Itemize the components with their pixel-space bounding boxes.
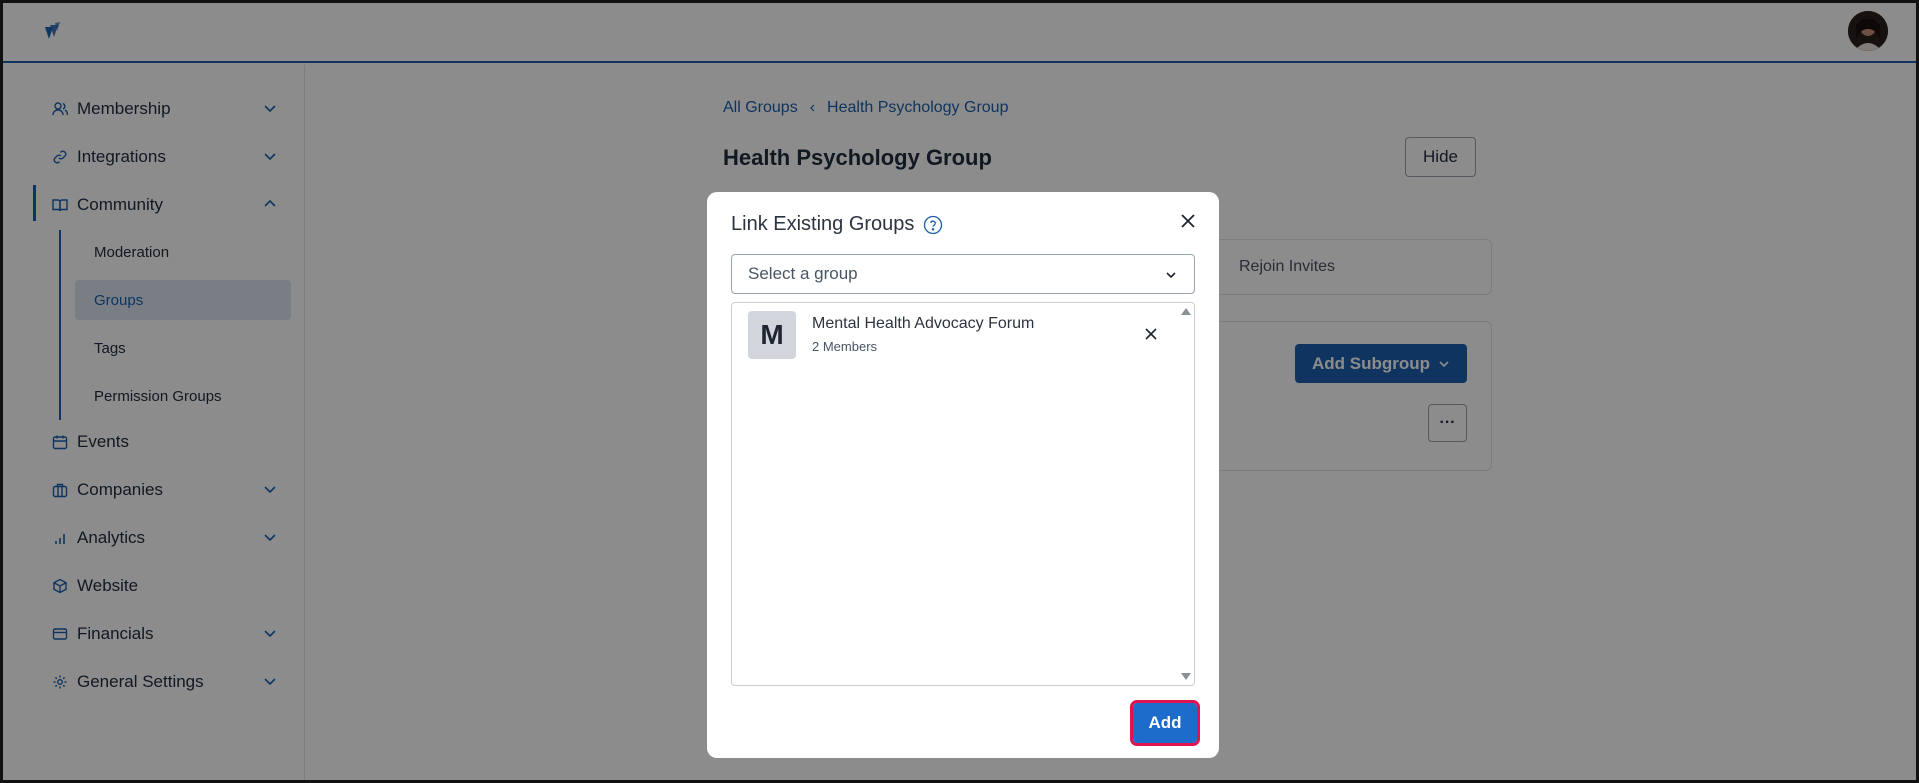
close-icon xyxy=(1181,214,1195,228)
add-button[interactable]: Add xyxy=(1130,700,1200,746)
list-item: M Mental Health Advocacy Forum 2 Members xyxy=(748,311,1168,361)
selected-groups-list[interactable]: M Mental Health Advocacy Forum 2 Members xyxy=(731,302,1195,686)
modal-title-text: Link Existing Groups xyxy=(731,213,915,235)
group-select-placeholder: Select a group xyxy=(748,264,858,283)
chevron-down-icon xyxy=(1166,272,1176,279)
group-avatar: M xyxy=(748,311,796,359)
group-name: Mental Health Advocacy Forum xyxy=(812,315,1035,332)
close-icon xyxy=(1145,328,1157,340)
close-button[interactable] xyxy=(1177,210,1199,232)
remove-group-button[interactable] xyxy=(1142,325,1160,343)
scroll-up-arrow-icon[interactable] xyxy=(1180,306,1192,316)
app-frame: Membership Integrations Community Modera… xyxy=(0,0,1919,783)
link-groups-modal: Link Existing Groups Select a group M Me… xyxy=(707,192,1219,758)
modal-title: Link Existing Groups xyxy=(731,213,943,236)
help-icon[interactable] xyxy=(923,215,943,235)
group-select[interactable]: Select a group xyxy=(731,254,1195,294)
group-members: 2 Members xyxy=(812,339,878,354)
scroll-down-arrow-icon[interactable] xyxy=(1180,672,1192,682)
